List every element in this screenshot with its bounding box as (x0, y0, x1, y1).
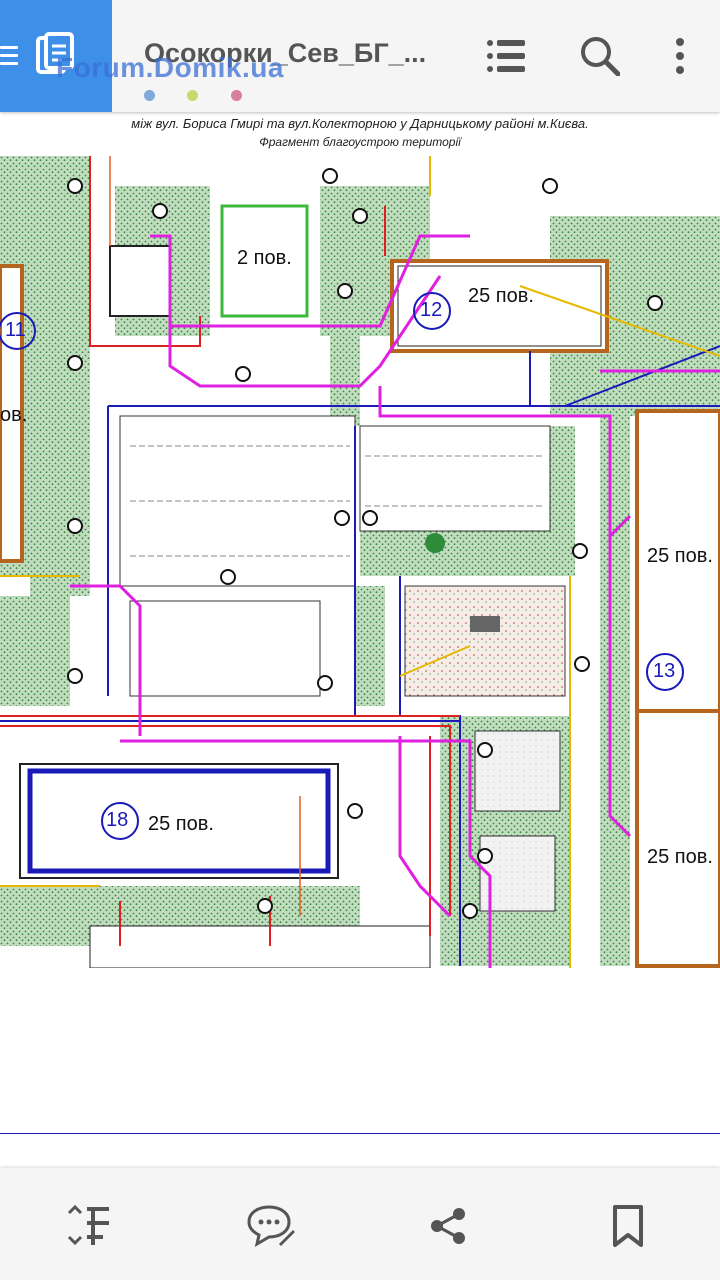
reflow-button[interactable] (60, 1198, 116, 1254)
search-icon (581, 37, 620, 76)
top-app-bar: Осокорки_Сев_БГ_... Forum.Domik.ua (0, 0, 720, 112)
building-13-floors-label: 25 пов. (647, 545, 713, 567)
building-18-floors-label: 25 пов. (148, 813, 214, 835)
page-indicator (144, 88, 270, 106)
indicator-dot (230, 90, 242, 101)
share-icon (431, 1208, 465, 1244)
building-11-number: 11 (5, 319, 26, 341)
search-button[interactable] (576, 28, 624, 84)
indicator-dot (187, 90, 199, 101)
list-button[interactable] (482, 28, 530, 84)
page-blank-area (0, 968, 720, 1134)
building-18-number: 18 (106, 809, 129, 831)
bookmark-icon (613, 1205, 643, 1247)
share-button[interactable] (420, 1198, 476, 1254)
watermark: Forum.Domik.ua (56, 52, 284, 83)
indicator-dot (144, 90, 155, 101)
site-plan-svg (0, 156, 720, 968)
drawing-caption: Фрагмент благоустрою території (259, 135, 461, 149)
building-11-floors-label: ов. (0, 404, 28, 426)
more-button[interactable] (656, 28, 704, 84)
bookmark-button[interactable] (600, 1198, 656, 1254)
text-reflow-icon (67, 1204, 109, 1246)
comment-edit-icon (247, 1205, 295, 1248)
bottom-toolbar (0, 1168, 720, 1280)
site-plan-drawing[interactable]: 2 пов. 25 пов. 12 11 ов. 25 пов. 13 25 п… (0, 156, 720, 968)
building-13-number: 13 (653, 660, 676, 682)
comment-button[interactable] (242, 1198, 298, 1254)
more-vertical-icon (676, 38, 684, 74)
building-13b-floors-label: 25 пов. (647, 846, 713, 868)
menu-icon[interactable] (0, 46, 18, 70)
list-icon (487, 40, 525, 72)
drawing-header: між вул. Бориса Гмирі та вул.Колекторною… (0, 112, 720, 157)
building-12-floors-label: 25 пов. (468, 285, 534, 307)
building-2-label: 2 пов. (237, 247, 292, 269)
drawing-subtitle: між вул. Бориса Гмирі та вул.Колекторною… (131, 116, 589, 131)
building-12-number: 12 (420, 299, 443, 321)
